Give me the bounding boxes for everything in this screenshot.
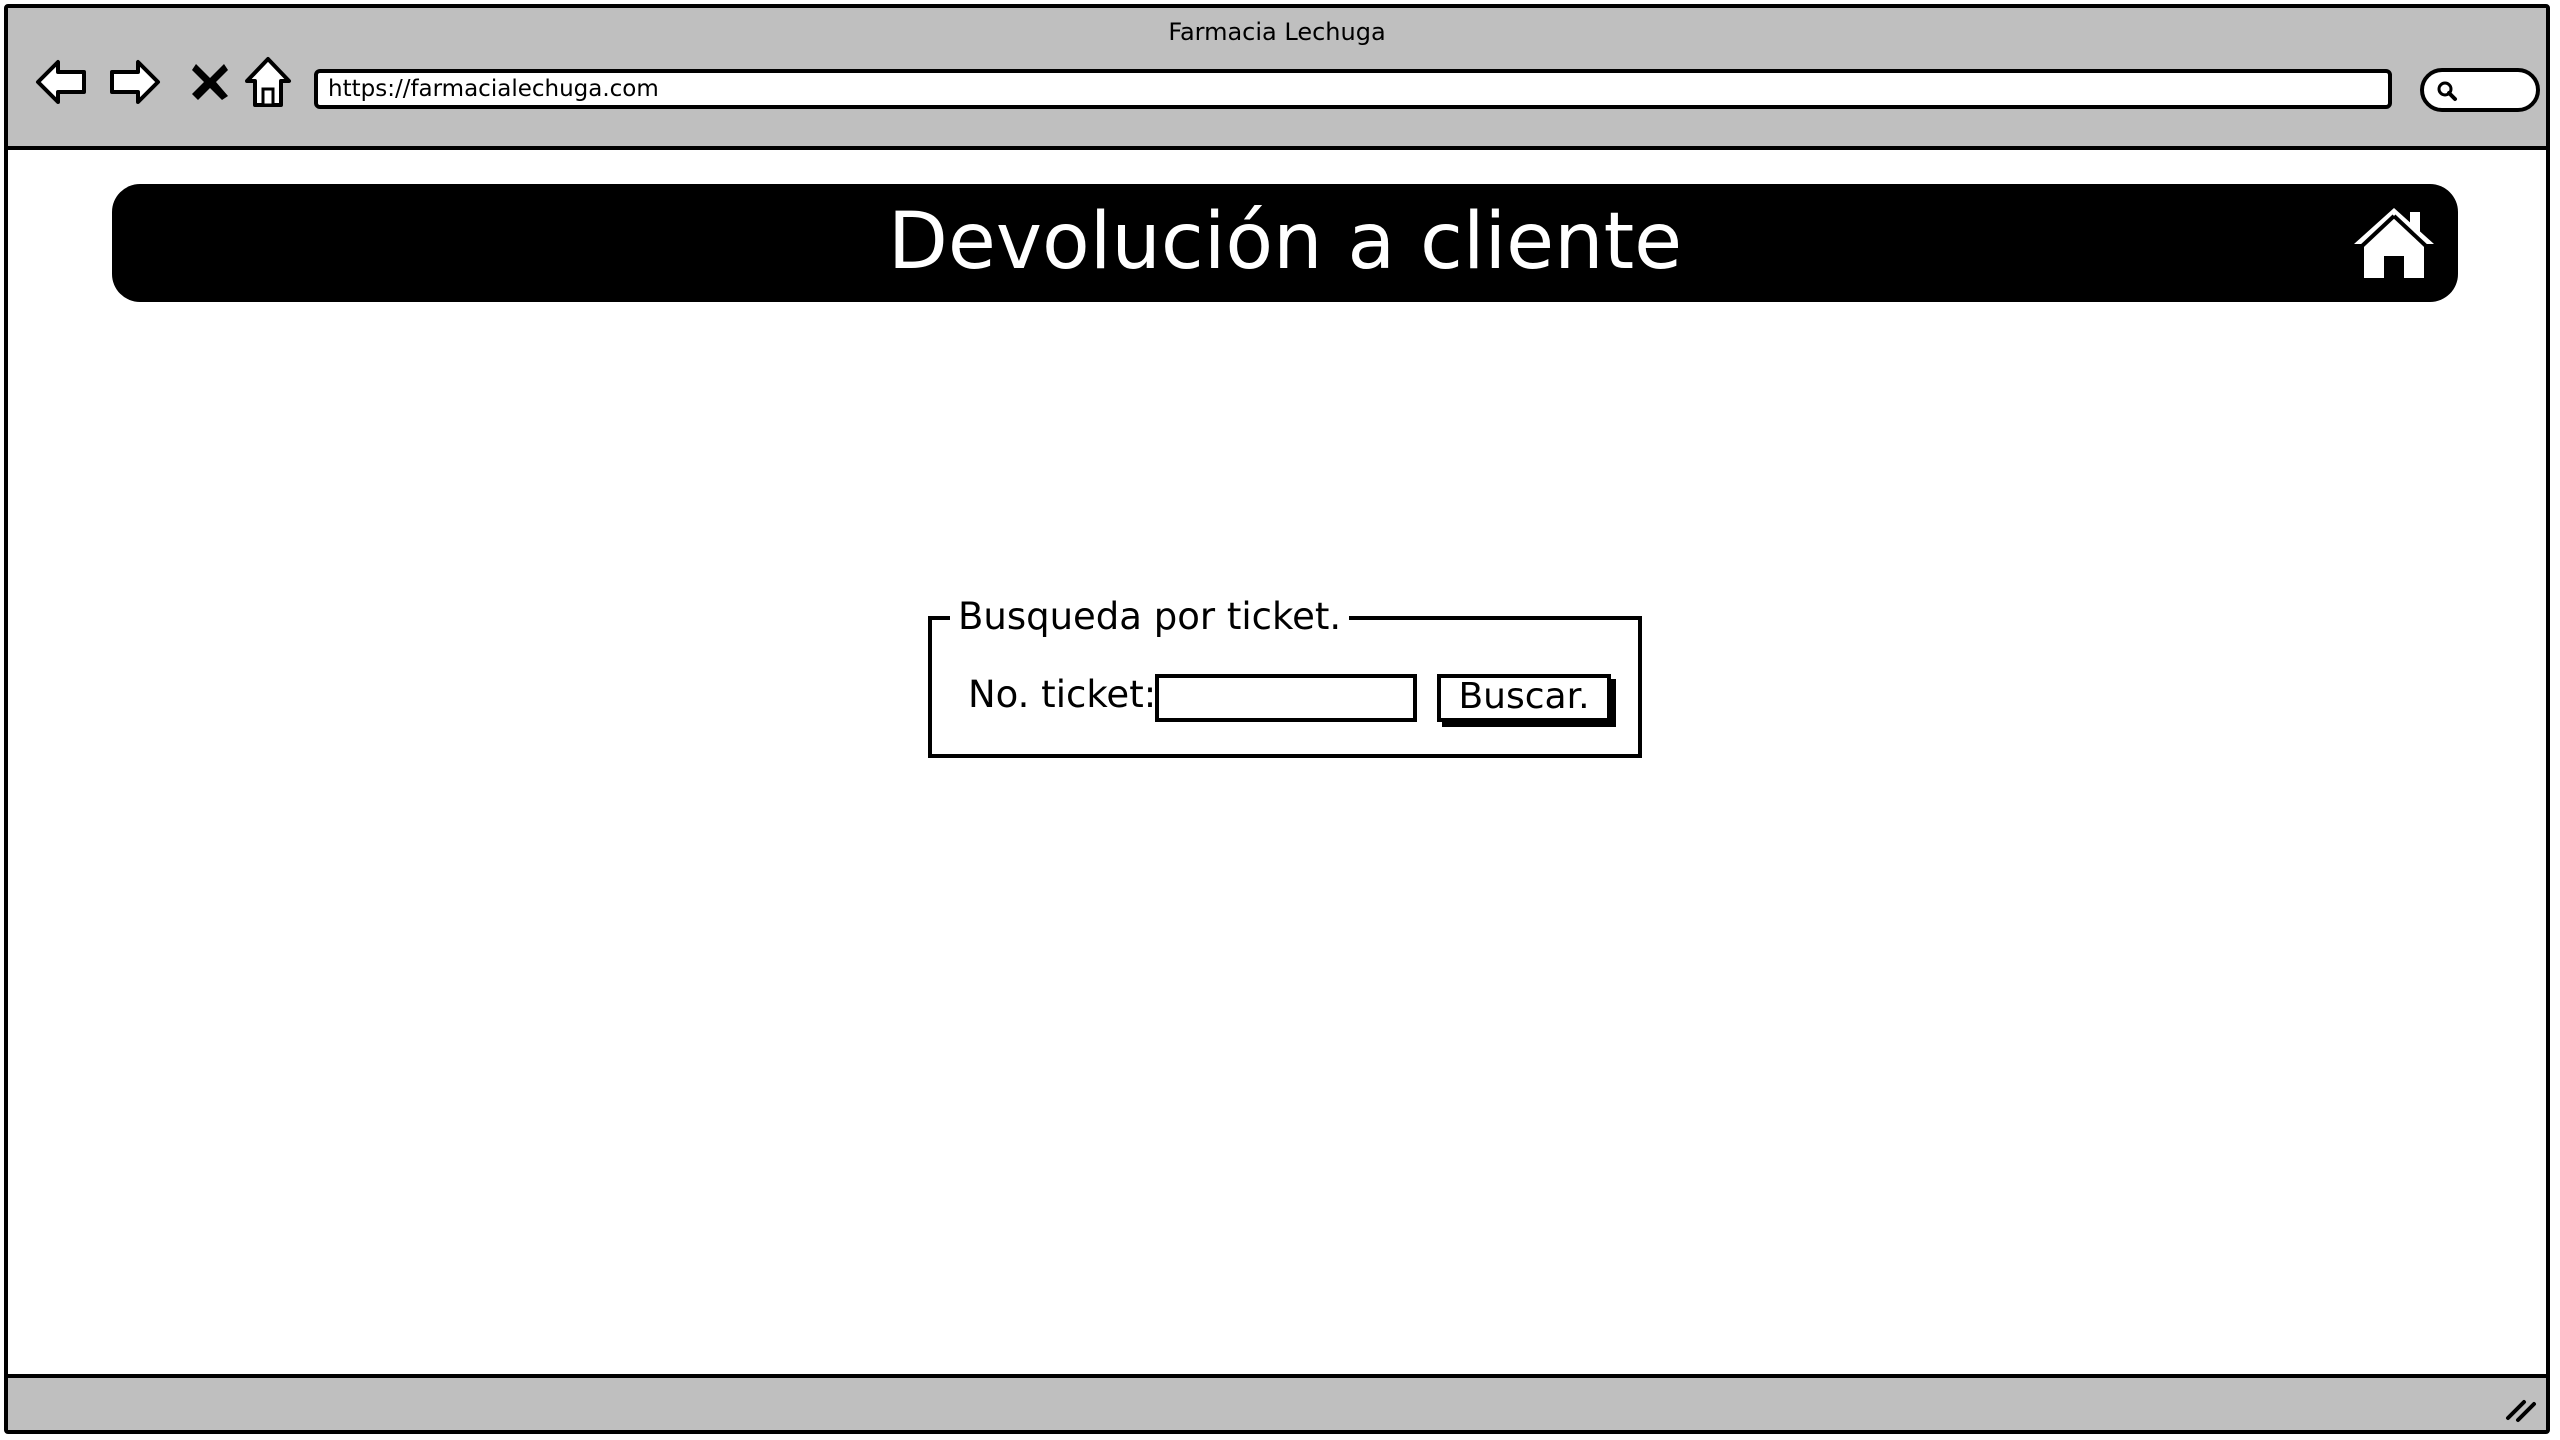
search-button[interactable]: Buscar.	[1437, 674, 1611, 722]
ticket-number-label: No. ticket:	[968, 673, 1157, 716]
ticket-search-legend: Busqueda por ticket.	[950, 592, 1350, 642]
arrow-left-icon	[36, 60, 86, 104]
browser-toolbar: Farmacia Lechuga https://farmacialechuga…	[8, 8, 2546, 150]
url-field[interactable]: https://farmacialechuga.com	[314, 69, 2392, 109]
resize-grip-icon[interactable]	[2502, 1388, 2538, 1424]
ticket-search-group: Busqueda por ticket. No. ticket: Buscar.	[928, 592, 1642, 758]
browser-home-button[interactable]	[238, 52, 298, 112]
page-header: Devolución a cliente	[112, 184, 2458, 302]
browser-search-button[interactable]	[2420, 68, 2540, 112]
window-title: Farmacia Lechuga	[1168, 18, 1386, 46]
close-icon	[192, 64, 228, 100]
home-icon	[2354, 208, 2434, 278]
home-button[interactable]	[2350, 204, 2438, 282]
back-button[interactable]	[32, 52, 92, 112]
browser-window: Farmacia Lechuga https://farmacialechuga…	[4, 4, 2550, 1434]
ticket-number-input[interactable]	[1155, 674, 1417, 722]
status-bar	[8, 1374, 2546, 1430]
home-icon	[245, 57, 291, 107]
page-title: Devolución a cliente	[887, 197, 1683, 287]
search-icon	[2437, 81, 2457, 101]
arrow-right-icon	[110, 60, 160, 104]
stop-button[interactable]	[180, 52, 240, 112]
forward-button[interactable]	[104, 52, 164, 112]
